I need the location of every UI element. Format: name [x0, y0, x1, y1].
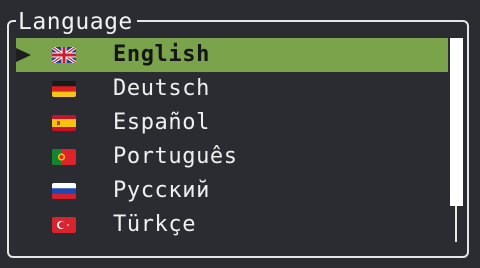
language-label: Español	[113, 110, 210, 135]
turkey-flag-icon	[52, 217, 76, 233]
scrollbar-thumb[interactable]	[450, 38, 463, 206]
language-item-deutsch[interactable]: Deutsch	[16, 72, 448, 106]
language-item-russkiy[interactable]: Русский	[16, 174, 448, 208]
language-label: Português	[113, 144, 238, 169]
language-item-english[interactable]: English	[16, 38, 448, 72]
selection-pointer-icon	[16, 48, 31, 62]
language-label: English	[113, 42, 210, 67]
language-label: Русский	[113, 178, 210, 203]
spain-flag-icon	[52, 115, 76, 131]
language-item-portugues[interactable]: Português	[16, 140, 448, 174]
language-label: Türkçe	[113, 212, 197, 237]
language-list[interactable]: English Deutsch Español Português Русски…	[16, 38, 448, 242]
germany-flag-icon	[52, 81, 76, 97]
language-label: Deutsch	[113, 76, 210, 101]
russia-flag-icon	[52, 183, 76, 199]
panel-title: Language	[16, 8, 137, 36]
language-item-espanol[interactable]: Español	[16, 106, 448, 140]
uk-flag-icon	[52, 47, 76, 63]
portugal-flag-icon	[52, 149, 76, 165]
language-item-turkce[interactable]: Türkçe	[16, 208, 448, 242]
